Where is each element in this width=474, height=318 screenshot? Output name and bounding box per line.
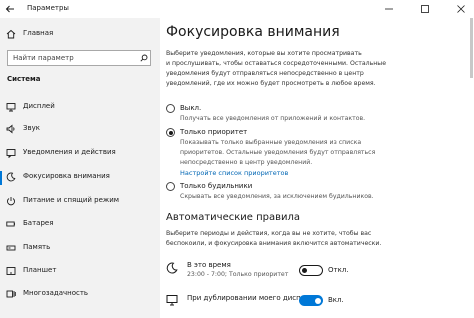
power-icon <box>7 197 15 206</box>
auto-rules-title: Автоматические правила <box>166 212 301 223</box>
option-off-label[interactable]: Выкл. <box>180 104 201 112</box>
page-description-line: Выберите уведомления, которые вы хотите … <box>166 50 362 57</box>
sidebar-item-sound[interactable]: Звук <box>0 119 160 141</box>
page-description-line: уведомления будут отправляться непосредс… <box>166 70 364 77</box>
rule-time-title[interactable]: В это время <box>187 261 231 269</box>
radio-priority-only[interactable] <box>166 128 175 137</box>
back-arrow-icon[interactable] <box>5 5 15 13</box>
maximize-icon[interactable] <box>420 4 430 14</box>
sidebar-item-label: Многозадачность <box>23 289 89 297</box>
rule-time-toggle-label: Откл. <box>328 266 349 274</box>
window-title: Параметры <box>27 4 69 12</box>
auto-rules-desc: Выберите периоды и действия, когда вы не… <box>166 230 372 237</box>
page-description-line: уведомлений, где их можно будет просмотр… <box>166 80 376 87</box>
minimize-icon[interactable] <box>384 4 394 14</box>
notifications-icon <box>6 149 16 158</box>
priority-list-link[interactable]: Настройте список приоритетов <box>180 169 288 177</box>
sidebar-item-notifications[interactable]: Уведомления и действия <box>0 143 160 165</box>
sidebar-section-title: Система <box>7 75 41 83</box>
option-priority-desc: приоритетов. Остальные уведомления будут… <box>180 149 376 156</box>
sidebar-home[interactable]: Главная <box>0 24 160 46</box>
option-priority-label[interactable]: Только приоритет <box>180 128 247 136</box>
title-bar: Параметры <box>0 0 474 18</box>
sidebar-item-display[interactable]: Дисплей <box>0 97 160 119</box>
sidebar-item-label: Дисплей <box>23 102 55 110</box>
moon-icon <box>166 262 178 274</box>
multitasking-icon <box>6 290 16 298</box>
option-off-desc: Получать все уведомления от приложений и… <box>180 115 366 122</box>
sidebar-item-power[interactable]: Питание и спящий режим <box>0 191 160 213</box>
page-description-line: и прослушивать, чтобы оставаться сосредо… <box>166 60 386 67</box>
sidebar-item-label: Фокусировка внимания <box>23 172 110 180</box>
sidebar-item-multitasking[interactable]: Многозадачность <box>0 284 160 306</box>
sound-icon <box>6 124 15 134</box>
sidebar-item-label: Память <box>23 243 51 251</box>
sidebar-home-label: Главная <box>23 29 54 37</box>
page-title: Фокусировка внимания <box>166 24 340 40</box>
search-icon[interactable] <box>140 54 148 62</box>
option-alarms-desc: Скрывать все уведомления, за исключением… <box>180 193 374 200</box>
sidebar-item-battery[interactable]: Батарея <box>0 214 160 236</box>
sidebar-item-label: Питание и спящий режим <box>23 196 120 204</box>
storage-icon <box>6 245 16 251</box>
search-placeholder: Найти параметр <box>13 54 74 62</box>
rule-time-toggle[interactable] <box>299 265 323 276</box>
sidebar-item-storage[interactable]: Память <box>0 238 160 260</box>
focus-assist-icon <box>6 172 16 182</box>
tablet-icon <box>6 267 16 275</box>
sidebar: Главная Найти параметр Система Дисплей З… <box>0 18 160 318</box>
search-input[interactable]: Найти параметр <box>7 50 151 66</box>
battery-icon <box>6 221 15 227</box>
sidebar-item-tablet[interactable]: Планшет <box>0 261 160 283</box>
radio-off[interactable] <box>166 104 175 113</box>
option-priority-desc: непосредственно в центр уведомлений. <box>180 159 313 166</box>
sidebar-item-label: Планшет <box>23 266 57 274</box>
main-content: Фокусировка внимания Выберите уведомлени… <box>160 18 474 318</box>
option-alarms-label[interactable]: Только будильники <box>180 182 252 190</box>
sidebar-item-label: Звук <box>23 124 40 132</box>
option-priority-desc: Показывать только выбранные уведомления … <box>180 139 362 146</box>
rule-display-title[interactable]: При дублировании моего дисплея <box>187 294 314 302</box>
rule-display-toggle-label: Вкл. <box>328 296 344 304</box>
selected-indicator <box>0 171 2 185</box>
rule-display-toggle[interactable] <box>299 295 323 306</box>
auto-rules-desc: беспокоили, и фокусировка внимания включ… <box>166 240 382 247</box>
display-icon <box>6 103 16 112</box>
monitor-icon <box>166 295 178 306</box>
radio-alarms-only[interactable] <box>166 182 175 191</box>
sidebar-item-label: Уведомления и действия <box>23 148 116 156</box>
scrollbar[interactable] <box>470 18 473 78</box>
settings-window: Параметры Главная Найти параметр Система… <box>0 0 474 318</box>
sidebar-item-label: Батарея <box>23 219 54 227</box>
home-icon <box>6 29 16 39</box>
close-icon[interactable] <box>456 4 466 14</box>
rule-time-subtitle: 23:00 - 7:00; Только приоритет <box>187 271 289 278</box>
sidebar-item-focus-assist[interactable]: Фокусировка внимания <box>0 167 160 189</box>
